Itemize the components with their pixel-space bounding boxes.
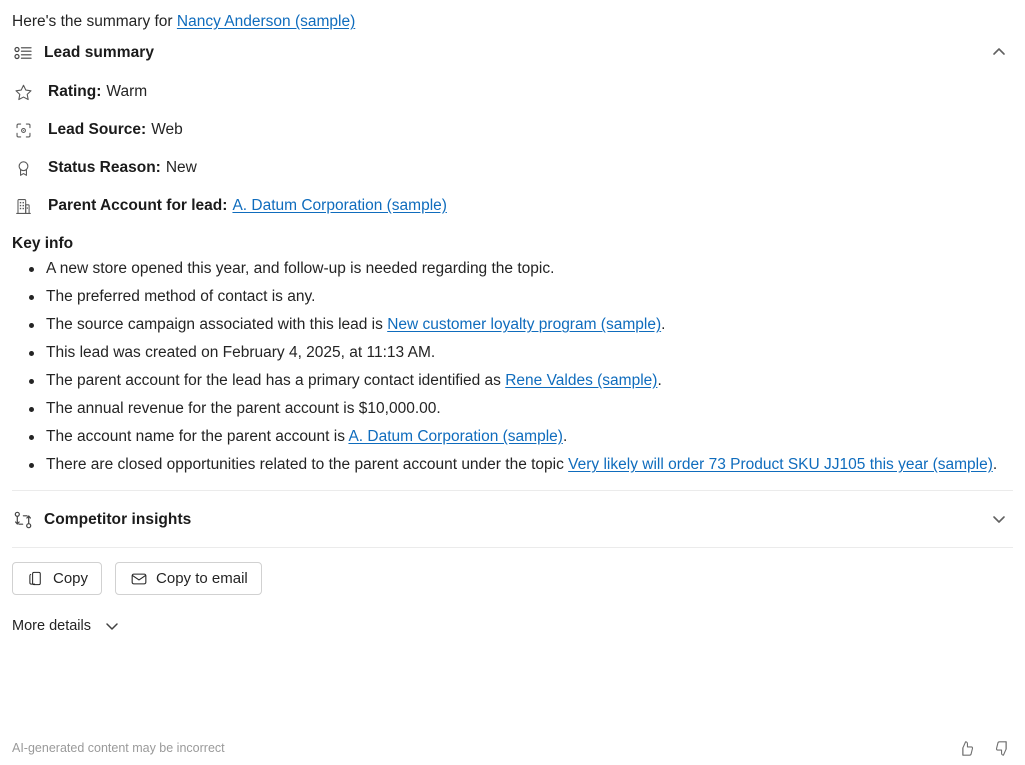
attribute-label: Rating: xyxy=(48,83,102,100)
key-info-text: There are closed opportunities related t… xyxy=(46,456,569,473)
list-details-icon xyxy=(12,42,34,64)
key-info-bullet: The annual revenue for the parent accoun… xyxy=(29,395,1009,423)
copy-to-email-button[interactable]: Copy to email xyxy=(115,562,262,595)
attribute-row-parent-account: Parent Account for lead: A. Datum Corpor… xyxy=(12,187,1013,225)
building-icon xyxy=(12,195,34,217)
key-info-bullet: This lead was created on February 4, 202… xyxy=(29,339,1009,367)
key-info-link[interactable]: Rene Valdes (sample) xyxy=(505,372,657,389)
key-info-bullet: The preferred method of contact is any. xyxy=(29,283,1009,311)
copy-button[interactable]: Copy xyxy=(12,562,103,595)
attribute-value: New xyxy=(165,159,197,176)
key-info-text: This lead was created on February 4, 202… xyxy=(46,344,436,361)
attribute-row-status-reason: Status Reason: New xyxy=(12,149,1013,187)
thumbs-up-icon[interactable] xyxy=(955,737,977,759)
target-icon xyxy=(12,119,34,141)
parent-account-link[interactable]: A. Datum Corporation (sample) xyxy=(232,197,447,214)
chevron-up-icon[interactable] xyxy=(987,40,1011,64)
key-info-heading: Key info xyxy=(12,235,74,252)
competitor-insights-section-header[interactable]: Competitor insights xyxy=(0,491,1025,547)
key-info-text: The preferred method of contact is any. xyxy=(46,288,316,305)
attribute-row-lead-source: Lead Source: Web xyxy=(12,111,1013,149)
key-info-bullet-list: A new store opened this year, and follow… xyxy=(0,255,1025,479)
key-info-text: . xyxy=(992,456,998,473)
copy-icon xyxy=(26,569,45,588)
key-info-link[interactable]: Very likely will order 73 Product SKU JJ… xyxy=(568,456,993,473)
key-info-link[interactable]: New customer loyalty program (sample) xyxy=(387,316,661,333)
key-info-bullet: There are closed opportunities related t… xyxy=(29,451,1009,479)
key-info-text: . xyxy=(562,428,568,445)
more-details-toggle[interactable]: More details xyxy=(12,617,121,635)
ai-disclaimer-text: AI-generated content may be incorrect xyxy=(12,741,225,755)
key-info-bullet: The parent account for the lead has a pr… xyxy=(29,367,1009,395)
copy-button-label: Copy xyxy=(53,570,89,587)
key-info-text: The parent account for the lead has a pr… xyxy=(46,372,506,389)
attribute-value: Web xyxy=(151,121,183,138)
mail-icon xyxy=(129,569,148,588)
copy-to-email-button-label: Copy to email xyxy=(156,570,248,587)
ai-summary-panel: Here's the summary for Nancy Anderson (s… xyxy=(0,0,1025,765)
key-info-text: The source campaign associated with this… xyxy=(46,316,388,333)
attribute-value: Warm xyxy=(106,83,148,100)
lead-record-link[interactable]: Nancy Anderson (sample) xyxy=(177,13,355,30)
intro-prefix: Here's the summary for xyxy=(12,13,177,30)
key-info-text: . xyxy=(661,316,666,333)
attribute-label: Parent Account for lead: xyxy=(48,197,228,214)
feedback-controls xyxy=(955,737,1013,759)
chevron-down-icon xyxy=(103,617,121,635)
compare-branch-icon xyxy=(12,509,34,531)
key-info-bullet: The source campaign associated with this… xyxy=(29,311,1009,339)
ribbon-icon xyxy=(12,157,34,179)
competitor-insights-title: Competitor insights xyxy=(44,511,192,528)
thumbs-down-icon[interactable] xyxy=(991,737,1013,759)
key-info-text: . xyxy=(657,372,662,389)
chevron-down-icon[interactable] xyxy=(987,507,1011,531)
key-info-link[interactable]: A. Datum Corporation (sample) xyxy=(348,428,563,445)
panel-footer: AI-generated content may be incorrect xyxy=(0,737,1025,759)
intro-line: Here's the summary for Nancy Anderson (s… xyxy=(0,0,1025,33)
key-info-text: A new store opened this year, and follow… xyxy=(46,260,555,277)
attribute-row-rating: Rating: Warm xyxy=(12,73,1013,111)
star-icon xyxy=(12,81,34,103)
attribute-label: Lead Source: xyxy=(48,121,147,138)
attribute-value: A. Datum Corporation (sample) xyxy=(232,197,447,215)
lead-attributes-list: Rating: Warm Lead Source: Web Status Rea… xyxy=(0,70,1025,225)
action-button-row: Copy Copy to email xyxy=(0,548,1025,595)
key-info-bullet: A new store opened this year, and follow… xyxy=(29,255,1009,283)
key-info-text: The annual revenue for the parent accoun… xyxy=(46,400,441,417)
key-info-text: The account name for the parent account … xyxy=(46,428,349,445)
attribute-label: Status Reason: xyxy=(48,159,161,176)
more-details-label: More details xyxy=(12,618,91,634)
key-info-bullet: The account name for the parent account … xyxy=(29,423,1009,451)
lead-summary-title: Lead summary xyxy=(44,44,155,61)
lead-summary-section-header[interactable]: Lead summary xyxy=(0,33,1025,70)
